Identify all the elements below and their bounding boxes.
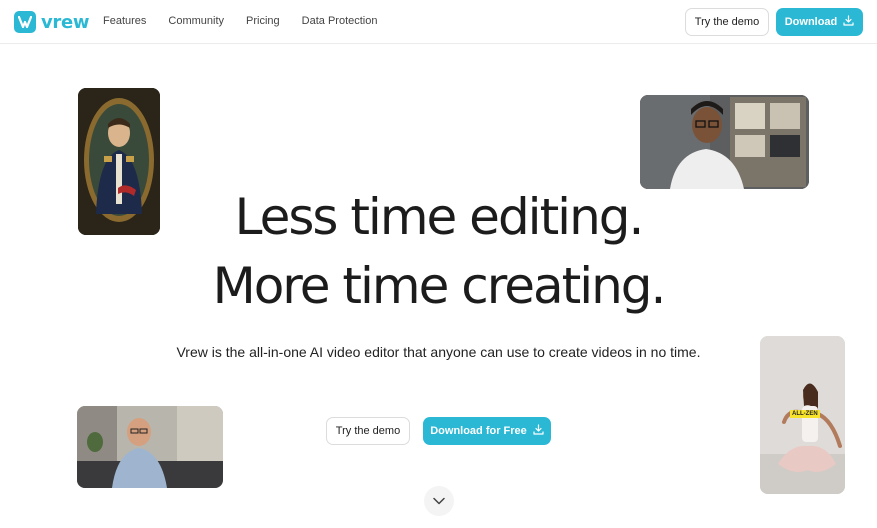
try-demo-button[interactable]: Try the demo — [326, 417, 410, 445]
try-demo-label: Try the demo — [335, 425, 401, 437]
top-navbar: vrew Features Community Pricing Data Pro… — [0, 0, 877, 44]
hero-subtitle: Vrew is the all-in-one AI video editor t… — [176, 344, 701, 360]
download-free-label: Download for Free — [430, 425, 527, 437]
download-icon — [843, 15, 854, 29]
try-demo-label: Try the demo — [694, 16, 760, 28]
logo-text: vrew — [41, 11, 90, 33]
chevron-down-icon — [433, 492, 445, 510]
vrew-logo[interactable]: vrew — [14, 11, 90, 33]
try-demo-button-header[interactable]: Try the demo — [685, 8, 769, 36]
video-woman-glasses-image — [640, 95, 809, 189]
main-nav: Features Community Pricing Data Protecti… — [103, 15, 400, 27]
video-caption-chip: ALL-ZEN — [790, 410, 820, 418]
scroll-down-button[interactable] — [424, 486, 454, 516]
download-label: Download — [784, 16, 838, 28]
nav-community[interactable]: Community — [168, 15, 224, 27]
vrew-logo-icon — [14, 11, 36, 33]
hero-headline-line2: More time creating. — [212, 257, 667, 315]
hero-headline-line1: Less time editing. — [234, 188, 645, 246]
nav-pricing[interactable]: Pricing — [246, 15, 280, 27]
video-man-interview-image — [77, 406, 223, 488]
nav-features[interactable]: Features — [103, 15, 146, 27]
nav-data-protection[interactable]: Data Protection — [302, 15, 378, 27]
download-free-button[interactable]: Download for Free — [423, 417, 551, 445]
download-icon — [533, 424, 544, 438]
download-button-header[interactable]: Download — [776, 8, 863, 36]
